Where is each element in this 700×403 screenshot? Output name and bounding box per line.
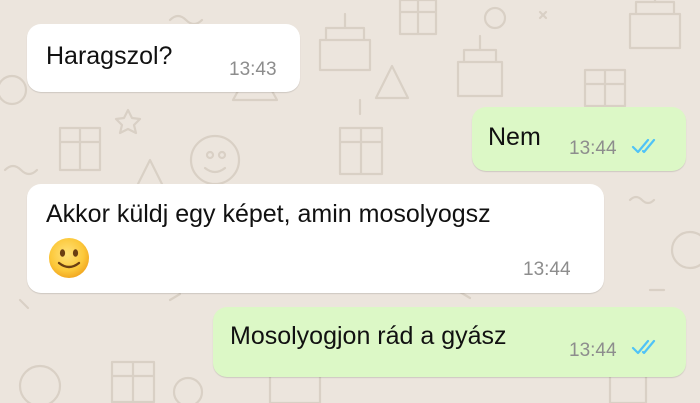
double-check-read-icon [631, 339, 656, 355]
message-text: Haragszol? [46, 42, 173, 70]
double-check-read-icon [631, 138, 656, 154]
message-text: Mosolyogjon rád a gyász [230, 322, 507, 350]
message-text: Nem [488, 123, 541, 151]
incoming-message-bubble[interactable]: Akkor küldj egy képet, amin mosolyogsz 1… [27, 184, 604, 293]
slightly-smiling-face-icon [49, 238, 89, 278]
message-timestamp: 13:44 [569, 340, 617, 361]
outgoing-message-bubble[interactable]: Nem 13:44 [472, 107, 686, 171]
message-timestamp: 13:44 [523, 259, 571, 280]
outgoing-message-bubble[interactable]: Mosolyogjon rád a gyász 13:44 [213, 307, 686, 377]
incoming-message-bubble[interactable]: Haragszol? 13:43 [27, 24, 300, 92]
message-timestamp: 13:44 [569, 138, 617, 159]
message-timestamp: 13:43 [229, 59, 277, 80]
message-text: Akkor küldj egy képet, amin mosolyogsz [46, 200, 491, 228]
